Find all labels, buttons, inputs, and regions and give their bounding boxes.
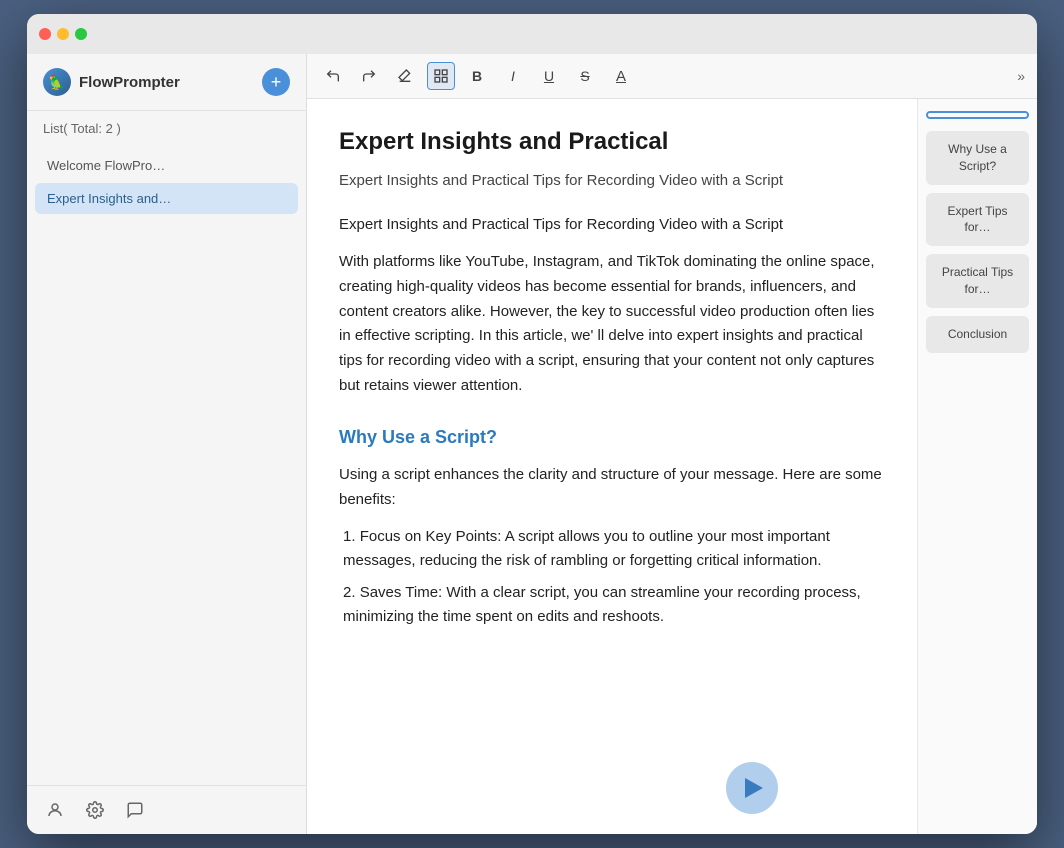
editor-outer: Expert Insights and Practical Expert Ins…	[307, 99, 1037, 834]
erase-button[interactable]	[391, 62, 419, 90]
redo-button[interactable]	[355, 62, 383, 90]
play-button[interactable]	[726, 762, 778, 814]
item-2-text: Saves Time: With a clear script, you can…	[343, 584, 861, 625]
close-button[interactable]	[39, 28, 51, 40]
app-body: 🦜 FlowPrompter + List( Total: 2 ) Welcom…	[27, 54, 1037, 834]
font-button[interactable]: A	[607, 62, 635, 90]
body-intro: Expert Insights and Practical Tips for R…	[339, 213, 885, 238]
title-bar	[27, 14, 1037, 54]
sidebar: 🦜 FlowPrompter + List( Total: 2 ) Welcom…	[27, 54, 307, 834]
document-title: Expert Insights and Practical	[339, 123, 885, 161]
italic-button[interactable]: I	[499, 62, 527, 90]
sidebar-item-expert-label: Expert Insights and…	[47, 191, 171, 206]
item-1-text: Focus on Key Points: A script allows you…	[343, 528, 830, 569]
add-document-button[interactable]: +	[262, 68, 290, 96]
toc-active-indicator	[926, 111, 1029, 119]
section1-intro: Using a script enhances the clarity and …	[339, 463, 885, 513]
list-count-label: List( Total: 2 )	[27, 111, 306, 146]
toc-item-expert-tips[interactable]: Expert Tips for…	[926, 193, 1029, 247]
undo-button[interactable]	[319, 62, 347, 90]
play-triangle-icon	[745, 778, 763, 798]
body-paragraph1: With platforms like YouTube, Instagram, …	[339, 250, 885, 399]
sidebar-footer	[27, 785, 306, 834]
support-icon[interactable]	[123, 798, 147, 822]
bold-button[interactable]: B	[463, 62, 491, 90]
toc-item-practical-tips[interactable]: Practical Tips for…	[926, 254, 1029, 308]
toc-sidebar: Why Use a Script? Expert Tips for… Pract…	[917, 99, 1037, 834]
numbered-item-1: 1. Focus on Key Points: A script allows …	[339, 525, 885, 573]
sidebar-item-welcome[interactable]: Welcome FlowPro…	[35, 150, 298, 181]
more-options-button[interactable]: »	[1017, 68, 1025, 84]
editor-content[interactable]: Expert Insights and Practical Expert Ins…	[307, 99, 917, 834]
sidebar-item-expert[interactable]: Expert Insights and…	[35, 183, 298, 214]
toolbar: B I U S A »	[307, 54, 1037, 99]
document-subtitle: Expert Insights and Practical Tips for R…	[339, 169, 885, 193]
strikethrough-button[interactable]: S	[571, 62, 599, 90]
user-icon[interactable]	[43, 798, 67, 822]
sidebar-header: 🦜 FlowPrompter +	[27, 54, 306, 111]
section1-heading: Why Use a Script?	[339, 423, 885, 452]
sidebar-items-list: Welcome FlowPro… Expert Insights and…	[27, 146, 306, 785]
minimize-button[interactable]	[57, 28, 69, 40]
toc-item-conclusion-label: Conclusion	[948, 327, 1007, 341]
item-2-num: 2.	[343, 584, 356, 601]
toc-item-expert-label: Expert Tips for…	[947, 204, 1007, 235]
play-button-container	[726, 762, 778, 814]
settings-icon[interactable]	[83, 798, 107, 822]
toc-item-why-use-script[interactable]: Why Use a Script?	[926, 131, 1029, 185]
app-window: 🦜 FlowPrompter + List( Total: 2 ) Welcom…	[27, 14, 1037, 834]
app-name: FlowPrompter	[79, 74, 180, 91]
toc-item-why-label: Why Use a Script?	[948, 142, 1007, 173]
toc-item-conclusion[interactable]: Conclusion	[926, 316, 1029, 353]
toc-item-practical-label: Practical Tips for…	[942, 265, 1013, 296]
block-button[interactable]	[427, 62, 455, 90]
traffic-lights	[39, 28, 87, 40]
numbered-item-2: 2. Saves Time: With a clear script, you …	[339, 581, 885, 629]
item-1-num: 1.	[343, 528, 356, 545]
fullscreen-button[interactable]	[75, 28, 87, 40]
sidebar-logo: 🦜 FlowPrompter	[43, 68, 180, 96]
underline-button[interactable]: U	[535, 62, 563, 90]
logo-icon: 🦜	[43, 68, 71, 96]
editor-area: B I U S A » Expert Insights and Practica…	[307, 54, 1037, 834]
sidebar-item-welcome-label: Welcome FlowPro…	[47, 158, 165, 173]
